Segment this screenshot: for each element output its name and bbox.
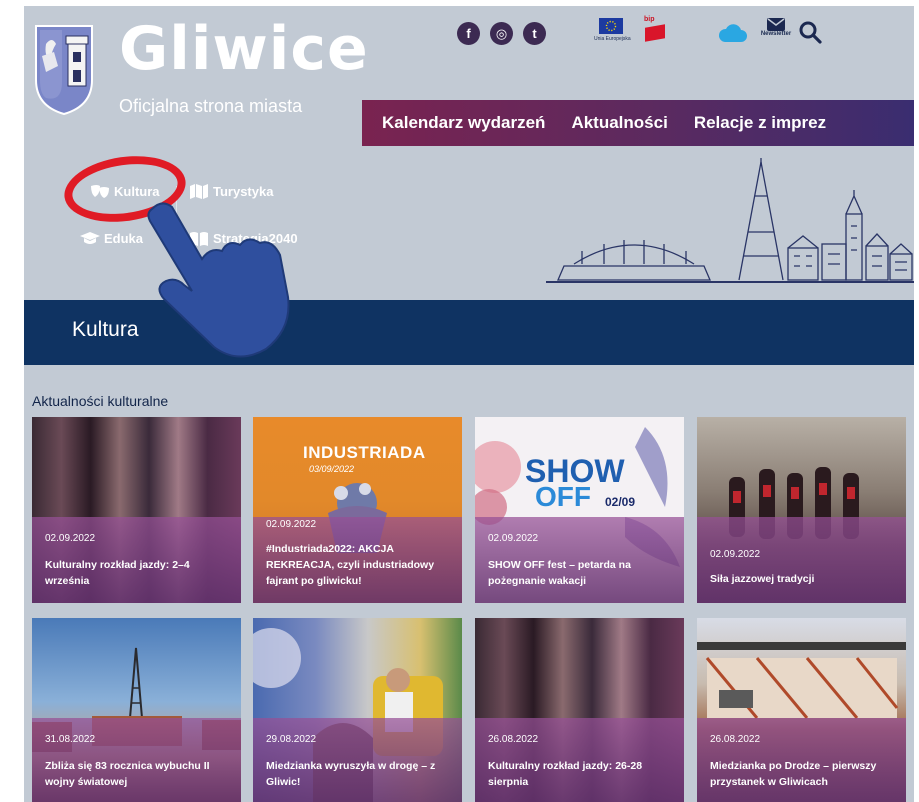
main-nav: Kalendarz wydarzeń Aktualności Relacje z… (362, 100, 914, 146)
city-skyline-illustration (557, 158, 913, 281)
card-title: SHOW OFF fest – petarda na pożegnanie wa… (488, 559, 631, 587)
site-subtitle: Oficjalna strona miasta (119, 96, 303, 116)
nav-item-relacje[interactable]: Relacje z imprez (694, 113, 826, 133)
card-date: 26.08.2022 (710, 734, 761, 745)
news-card[interactable]: 29.08.2022 Miedzianka wyruszyła w drogę … (253, 618, 462, 802)
subnav-label-edukacja: Eduka (104, 231, 144, 246)
card-date: 02.09.2022 (45, 533, 96, 544)
nav-item-kalendarz[interactable]: Kalendarz wydarzeń (382, 113, 545, 133)
banner-title: Kultura (72, 318, 139, 341)
news-card[interactable]: INDUSTRIADA 03/09/2022 02.09.2022 #Indus… (253, 417, 462, 603)
pointing-hand-icon (147, 202, 290, 358)
card-title: Zbliża się 83 rocznica wybuchu II wojny … (45, 760, 210, 788)
subnav-item-turystyka[interactable]: Turystyka (189, 184, 273, 199)
graduation-cap-icon (80, 231, 100, 246)
envelope-icon (767, 18, 785, 31)
news-card[interactable]: 02.09.2022 Kulturalny rozkład jazdy: 2–4… (32, 417, 241, 603)
eu-label: Unia Europejska (594, 36, 631, 42)
news-section-title: Aktualności kulturalne (32, 393, 169, 409)
subnav-label-turystyka: Turystyka (213, 184, 274, 199)
nav-item-aktualnosci[interactable]: Aktualności (571, 113, 667, 133)
card-title: Miedzianka po Drodze – pierwszy przystan… (710, 760, 877, 788)
eu-flag-icon (599, 18, 623, 34)
page: Gliwice Oficjalna strona miasta f ◎ t Un… (0, 0, 919, 802)
card-title: #Industriada2022: AKCJA REKREACJA, czyli… (266, 543, 435, 587)
show-off-date: 02/09 (605, 495, 636, 509)
show-off-title-off: OFF (535, 481, 591, 512)
news-card[interactable]: 02.09.2022 Siła jazzowej tradycji (697, 417, 906, 603)
subnav-item-edukacja[interactable]: Eduka (80, 231, 143, 246)
map-icon (189, 184, 209, 199)
eu-link[interactable]: Unia Europejska (594, 18, 631, 42)
card-date: 02.09.2022 (488, 533, 539, 544)
site-frame: Gliwice Oficjalna strona miasta f ◎ t Un… (24, 6, 914, 802)
card-overlay (697, 517, 906, 603)
card-date: 26.08.2022 (488, 734, 539, 745)
instagram-icon[interactable]: ◎ (490, 22, 513, 45)
industriada-logo-text: INDUSTRIADA (303, 443, 426, 462)
search-icon[interactable] (798, 20, 822, 44)
card-title: Miedzianka wyruszyła w drogę – z Gliwic! (266, 760, 436, 788)
card-title: Kulturalny rozkład jazdy: 26-28 sierpnia (488, 760, 643, 788)
card-date: 02.09.2022 (266, 519, 317, 530)
cloud-icon[interactable] (717, 22, 747, 44)
card-date: 29.08.2022 (266, 734, 317, 745)
bip-icon (645, 24, 665, 42)
city-crest-logo[interactable] (32, 22, 96, 116)
facebook-icon[interactable]: f (457, 22, 480, 45)
card-date: 02.09.2022 (710, 549, 761, 560)
news-card[interactable]: SHOW OFF 02/09 02.09.2022 SHOW OFF fest … (475, 417, 684, 603)
site-title[interactable]: Gliwice (119, 14, 369, 84)
bip-link[interactable]: bip (644, 16, 668, 46)
skyline-baseline (546, 281, 914, 283)
news-card[interactable]: 26.08.2022 Kulturalny rozkład jazdy: 26-… (475, 618, 684, 802)
twitter-icon[interactable]: t (523, 22, 546, 45)
newsletter-link[interactable]: Newsletter (756, 16, 796, 37)
card-date: 31.08.2022 (45, 734, 96, 745)
newsletter-label: Newsletter (760, 31, 792, 37)
card-title: Siła jazzowej tradycji (710, 573, 815, 585)
card-title: Kulturalny rozkład jazdy: 2–4 września (45, 559, 190, 587)
news-card[interactable]: 26.08.2022 Miedzianka po Drodze – pierws… (697, 618, 906, 802)
news-card[interactable]: 31.08.2022 Zbliża się 83 rocznica wybuch… (32, 618, 241, 802)
bip-label: bip (644, 16, 655, 23)
social-links: f ◎ t (457, 22, 546, 45)
